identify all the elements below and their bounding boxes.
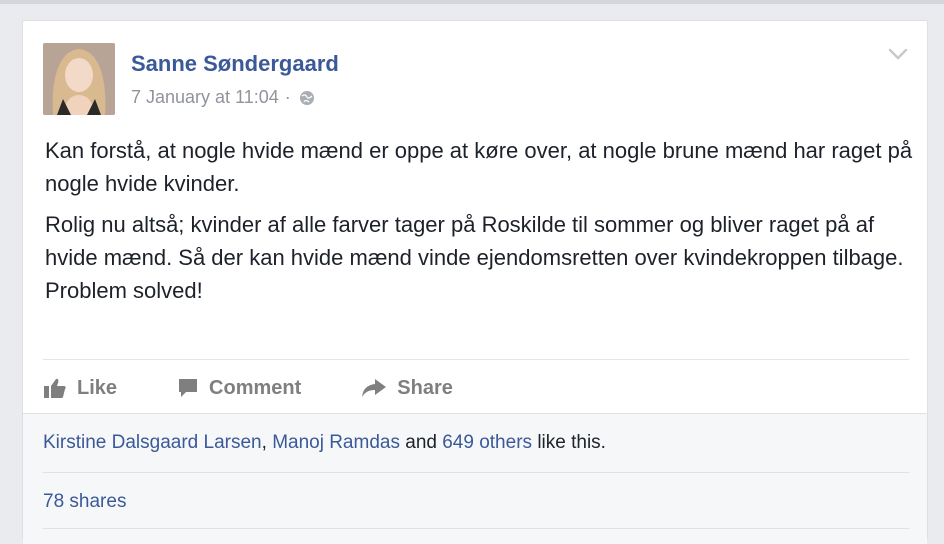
share-label: Share xyxy=(397,376,453,399)
likes-suffix: like this. xyxy=(537,432,606,453)
post-footer: Kirstine Dalsgaard Larsen, Manoj Ramdas … xyxy=(23,413,927,544)
footer-divider xyxy=(43,472,909,473)
thumbs-up-icon xyxy=(44,378,66,398)
likes-separator: , xyxy=(261,432,267,453)
action-bar: Like Comment Share xyxy=(43,371,513,405)
top-divider xyxy=(0,0,944,4)
post-meta: 7 January at 11:04 · xyxy=(131,87,315,108)
like-button[interactable]: Like xyxy=(43,377,117,400)
like-label: Like xyxy=(77,376,118,399)
liker-link[interactable]: Manoj Ramdas xyxy=(272,432,400,453)
globe-icon[interactable] xyxy=(299,90,315,106)
comment-label: Comment xyxy=(209,376,302,399)
author-name[interactable]: Sanne Søndergaard xyxy=(131,51,339,77)
comment-icon xyxy=(179,379,198,397)
actions-divider xyxy=(43,359,909,360)
post-paragraph: Rolig nu altså; kvinder af alle farver t… xyxy=(45,212,904,270)
likes-summary: Kirstine Dalsgaard Larsen, Manoj Ramdas … xyxy=(43,432,606,454)
footer-divider xyxy=(43,528,909,529)
post-paragraph: Problem solved! xyxy=(45,278,203,303)
post-text: Kan forstå, at nogle hvide mænd er oppe … xyxy=(45,134,915,315)
share-icon xyxy=(362,379,387,397)
liker-link[interactable]: Kirstine Dalsgaard Larsen xyxy=(43,432,262,453)
others-likes-link[interactable]: 649 others xyxy=(442,432,532,453)
meta-separator: · xyxy=(284,87,291,107)
post-timestamp[interactable]: 7 January at 11:04 xyxy=(131,87,279,108)
chevron-down-icon[interactable] xyxy=(887,47,909,61)
post-card: Sanne Søndergaard 7 January at 11:04 · K… xyxy=(22,20,928,544)
post-paragraph: Kan forstå, at nogle hvide mænd er oppe … xyxy=(45,138,913,196)
share-button[interactable]: Share xyxy=(361,377,453,400)
shares-link[interactable]: 78 shares xyxy=(43,491,126,513)
likes-and-text: and xyxy=(405,432,437,453)
avatar[interactable] xyxy=(43,43,115,115)
comment-button[interactable]: Comment xyxy=(177,377,301,400)
